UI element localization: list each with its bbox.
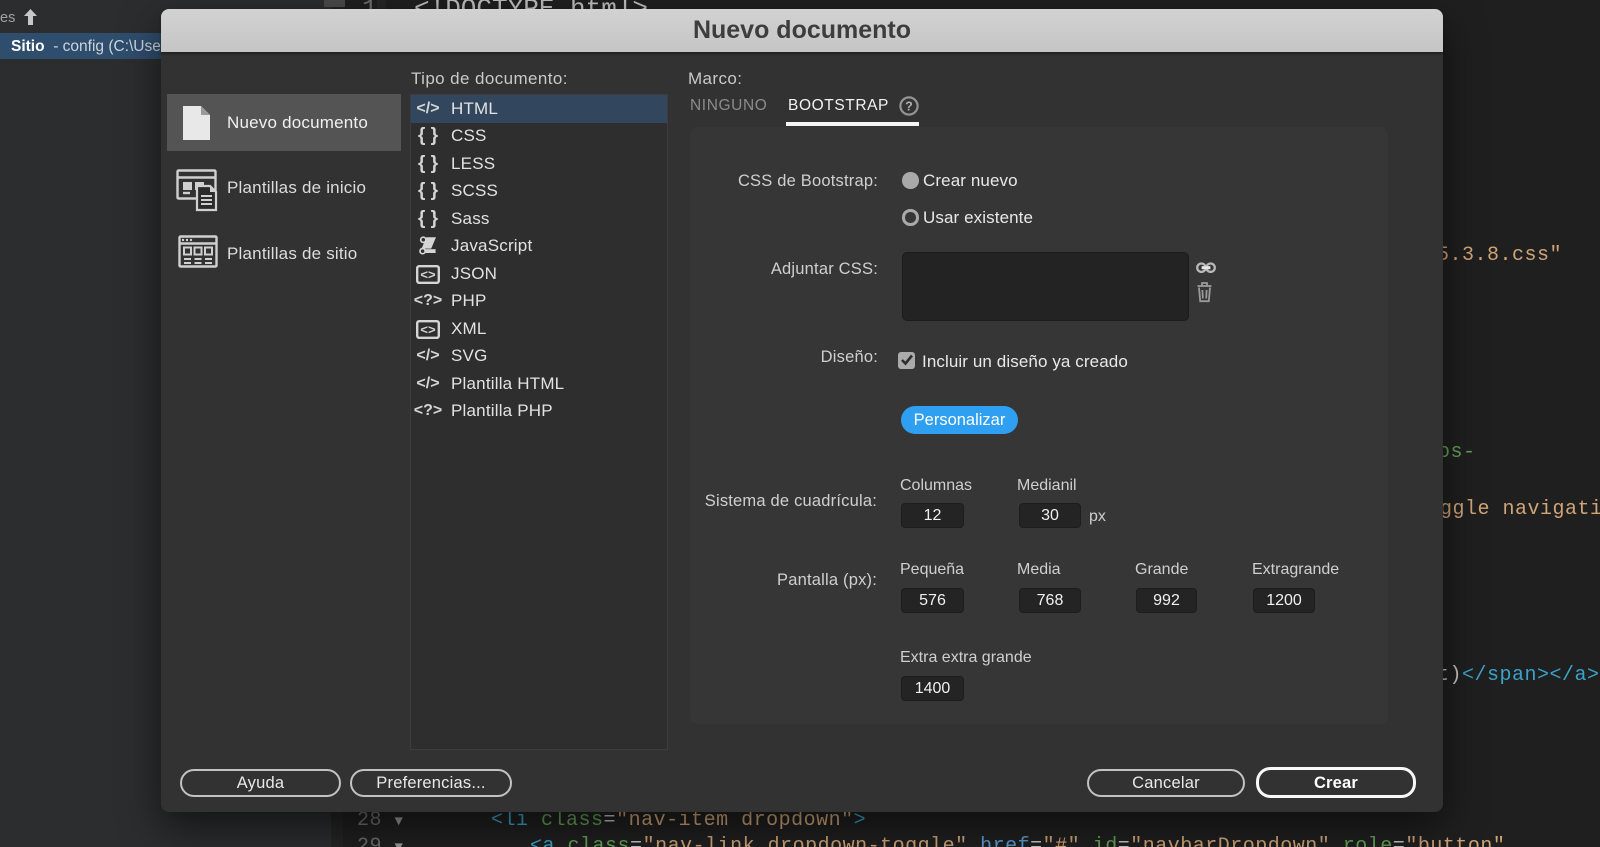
svg-text:?: ? (905, 100, 913, 114)
svg-text:<>: <> (420, 322, 436, 337)
svg-text:<>: <> (420, 267, 436, 282)
